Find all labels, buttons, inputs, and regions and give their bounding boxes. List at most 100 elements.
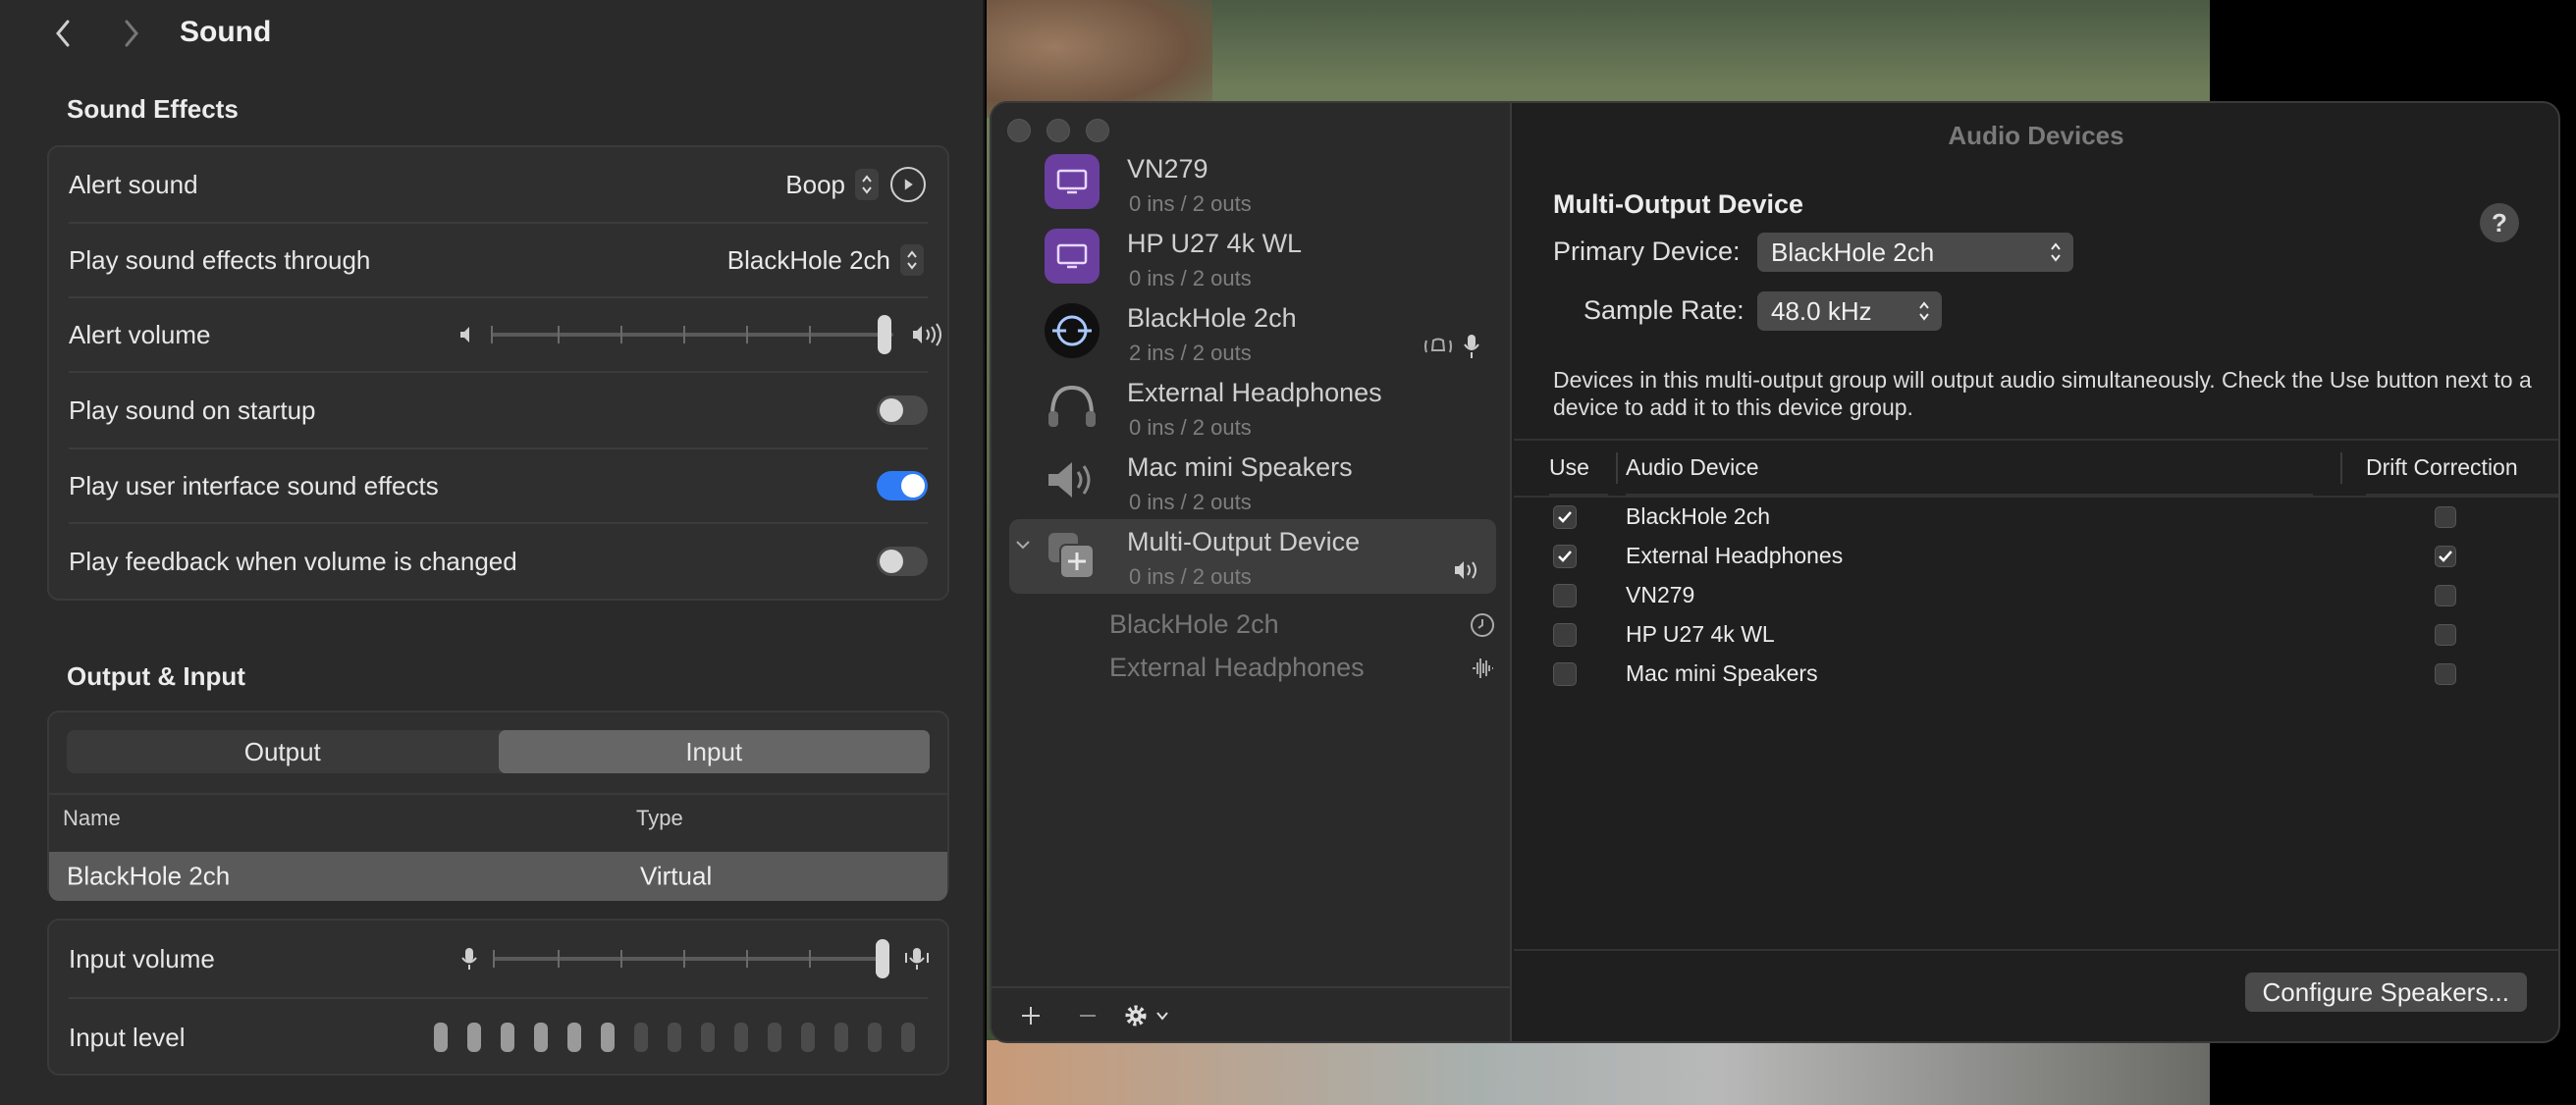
list-item[interactable]: Multi-Output Device 0 ins / 2 outs <box>1009 519 1496 594</box>
sub-device-external-headphones[interactable]: External Headphones <box>1109 653 1365 683</box>
device-name: HP U27 4k WL <box>1127 229 1303 258</box>
drift-correction-checkbox[interactable] <box>2435 546 2456 567</box>
device-name: Mac mini Speakers <box>1127 452 1353 482</box>
sample-rate-dropdown[interactable]: 48.0 kHz <box>1757 291 1942 331</box>
table-row: Mac mini Speakers <box>1514 655 2558 694</box>
drift-correction-checkbox[interactable] <box>2435 663 2456 685</box>
list-item[interactable]: HP U27 4k WL 0 ins / 2 outs <box>1009 221 1496 295</box>
device-name: Multi-Output Device <box>1127 527 1361 556</box>
play-alert-button[interactable] <box>890 167 926 202</box>
sound-settings-pane: Sound Sound Effects Alert sound Boop Pla… <box>0 0 985 1105</box>
volume-feedback-toggle[interactable] <box>877 547 928 576</box>
list-item[interactable]: VN279 0 ins / 2 outs <box>1009 146 1496 221</box>
alert-volume-slider[interactable] <box>491 315 893 354</box>
alert-sound-value: Boop <box>785 169 845 199</box>
startup-sound-row: Play sound on startup <box>49 373 947 447</box>
device-name-cell: BlackHole 2ch <box>67 861 231 891</box>
sample-rate-value: 48.0 kHz <box>1771 295 1872 326</box>
audio-device-name: VN279 <box>1626 582 1695 607</box>
use-checkbox[interactable] <box>1553 662 1577 686</box>
drift-correction-checkbox[interactable] <box>2435 624 2456 646</box>
device-type-cell: Virtual <box>640 861 713 891</box>
level-bar <box>467 1023 481 1052</box>
ui-sounds-label: Play user interface sound effects <box>69 470 439 500</box>
chevron-down-icon <box>1156 1012 1168 1021</box>
desktop: Sound Sound Effects Alert sound Boop Pla… <box>0 0 2576 1105</box>
device-name: External Headphones <box>1127 378 1382 407</box>
device-detail-title: Multi-Output Device <box>1553 189 1803 219</box>
startup-sound-label: Play sound on startup <box>69 395 316 425</box>
column-header-drift-correction[interactable]: Drift Correction <box>2366 441 2558 496</box>
device-io: 0 ins / 2 outs <box>1129 415 1252 440</box>
input-level-meter <box>434 1023 915 1052</box>
device-io: 0 ins / 2 outs <box>1129 564 1252 589</box>
column-header-name[interactable]: Name <box>63 806 121 831</box>
ui-sounds-toggle[interactable] <box>877 471 928 500</box>
add-device-button[interactable] <box>1011 996 1050 1035</box>
use-checkbox[interactable] <box>1553 584 1577 607</box>
input-volume-slider[interactable] <box>493 939 889 978</box>
alert-sound-popup[interactable]: Boop <box>785 169 879 200</box>
plus-icon <box>1022 1007 1040 1025</box>
input-volume-knob[interactable] <box>876 939 889 978</box>
alert-sound-icon <box>1424 338 1452 353</box>
alert-volume-knob[interactable] <box>878 315 891 354</box>
device-io: 0 ins / 2 outs <box>1129 191 1252 216</box>
level-bar <box>701 1023 715 1052</box>
level-bar <box>534 1023 548 1052</box>
configure-speakers-button[interactable]: Configure Speakers... <box>2244 973 2527 1012</box>
headphones-icon <box>1045 378 1100 433</box>
help-button[interactable]: ? <box>2480 203 2519 242</box>
audio-devices-window: VN279 0 ins / 2 outs HP U27 4k WL 0 ins / 2… <box>990 101 2560 1043</box>
primary-device-dropdown[interactable]: BlackHole 2ch <box>1757 233 2073 272</box>
chevron-right-icon <box>125 20 138 47</box>
zoom-window-button[interactable] <box>1086 119 1109 142</box>
multi-output-description: Devices in this multi-output group will … <box>1553 367 2532 420</box>
list-item[interactable]: BlackHole 2ch 2 ins / 2 outs <box>1009 295 1496 370</box>
microphone-high-icon <box>905 948 929 970</box>
table-row: BlackHole 2ch <box>1514 498 2558 537</box>
drift-correction-checkbox[interactable] <box>2435 506 2456 528</box>
back-button[interactable] <box>43 14 82 53</box>
sub-device-blackhole[interactable]: BlackHole 2ch <box>1109 609 1279 640</box>
column-header-use[interactable]: Use <box>1549 441 1608 496</box>
sound-effects-heading: Sound Effects <box>67 94 239 124</box>
remove-device-button[interactable] <box>1068 996 1107 1035</box>
table-row: External Headphones <box>1514 537 2558 576</box>
window-title: Audio Devices <box>1948 120 2124 150</box>
table-row: VN279 <box>1514 576 2558 615</box>
device-io: 2 ins / 2 outs <box>1129 341 1252 365</box>
forward-button[interactable] <box>112 14 151 53</box>
column-header-type[interactable]: Type <box>636 806 683 831</box>
table-row[interactable]: BlackHole 2ch Virtual <box>49 852 947 901</box>
output-input-group: Output Input Name Type BlackHole 2ch Vir… <box>47 710 949 901</box>
speaker-icon <box>1045 452 1100 507</box>
level-bar <box>434 1023 448 1052</box>
list-item[interactable]: Mac mini Speakers 0 ins / 2 outs <box>1009 445 1496 519</box>
up-down-arrows-icon <box>855 169 879 200</box>
input-level-row: Input level <box>49 999 947 1076</box>
use-checkbox[interactable] <box>1553 545 1577 568</box>
startup-sound-toggle[interactable] <box>877 395 928 425</box>
device-actions-menu-button[interactable] <box>1115 996 1178 1035</box>
microphone-low-icon <box>461 948 477 970</box>
close-window-button[interactable] <box>1007 119 1031 142</box>
ui-sounds-row: Play user interface sound effects <box>49 449 947 522</box>
list-item[interactable]: External Headphones 0 ins / 2 outs <box>1009 370 1496 445</box>
tab-output[interactable]: Output <box>67 730 499 773</box>
disclosure-chevron-down-icon[interactable] <box>1013 535 1033 554</box>
display-icon <box>1045 229 1100 284</box>
blackhole-icon <box>1045 303 1100 358</box>
multi-output-icon <box>1045 527 1100 582</box>
play-through-popup[interactable]: BlackHole 2ch <box>727 244 924 276</box>
device-table-header: Name Type <box>49 793 947 842</box>
use-checkbox[interactable] <box>1553 505 1577 529</box>
speaker-output-icon <box>1455 561 1476 579</box>
use-checkbox[interactable] <box>1553 623 1577 647</box>
minimize-window-button[interactable] <box>1046 119 1070 142</box>
level-bar <box>801 1023 815 1052</box>
drift-correction-checkbox[interactable] <box>2435 585 2456 606</box>
column-header-audio-device[interactable]: Audio Device <box>1626 441 2313 496</box>
tab-input[interactable]: Input <box>498 730 930 773</box>
level-bar <box>567 1023 581 1052</box>
